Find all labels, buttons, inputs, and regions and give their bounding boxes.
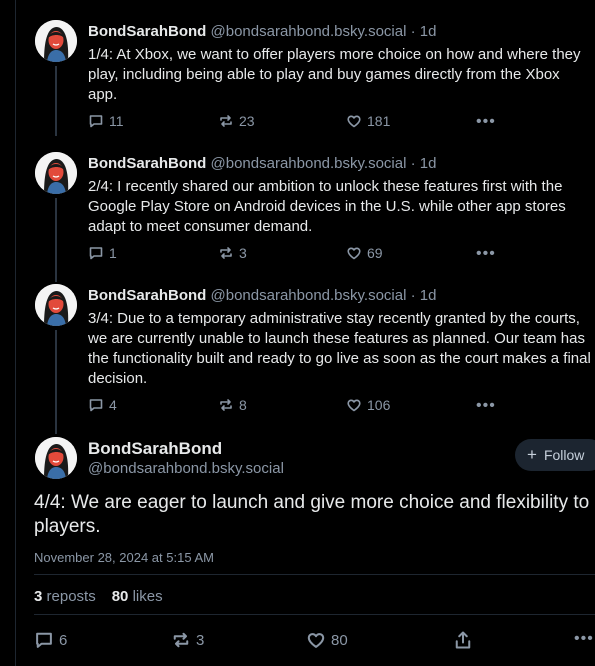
like-button[interactable]: 106 bbox=[346, 397, 390, 413]
post-actions: 6 3 80 ••• bbox=[34, 630, 595, 652]
like-count: 181 bbox=[367, 113, 391, 129]
repost-arrows-icon bbox=[220, 399, 232, 411]
reply-count: 4 bbox=[109, 397, 117, 413]
ellipsis-icon: ••• bbox=[574, 630, 594, 647]
post-text: 4/4: We are eager to launch and give mor… bbox=[34, 492, 590, 537]
likes-stat-count: 80 bbox=[111, 588, 129, 605]
reply-button[interactable]: 6 bbox=[34, 630, 67, 650]
avatar[interactable] bbox=[35, 284, 77, 326]
ellipsis-icon: ••• bbox=[476, 245, 496, 262]
avatar[interactable] bbox=[35, 437, 77, 479]
thread-connector bbox=[55, 66, 57, 136]
reply-count: 1 bbox=[109, 245, 117, 261]
more-options-button[interactable]: ••• bbox=[476, 113, 496, 131]
speech-bubble-icon bbox=[36, 632, 52, 648]
reposts-stat-label: reposts bbox=[46, 588, 96, 605]
ellipsis-icon: ••• bbox=[476, 113, 496, 130]
reply-button[interactable]: 1 bbox=[88, 245, 117, 261]
likes-stat[interactable]: 80 likes bbox=[112, 588, 163, 605]
repost-button[interactable]: 3 bbox=[218, 245, 247, 261]
speech-bubble-icon bbox=[89, 247, 103, 260]
thread-connector bbox=[55, 330, 57, 434]
author-handle[interactable]: @bondsarahbond.bsky.social bbox=[211, 287, 407, 304]
plus-icon: + bbox=[527, 445, 537, 464]
heart-icon bbox=[347, 247, 361, 260]
repost-arrows-icon bbox=[173, 632, 189, 648]
like-button[interactable]: 80 bbox=[306, 630, 348, 650]
author-name[interactable]: BondSarahBond bbox=[88, 287, 206, 304]
engagement-stats: 3 reposts 80 likes bbox=[34, 588, 163, 605]
repost-count: 8 bbox=[239, 397, 247, 413]
like-button[interactable]: 69 bbox=[346, 245, 383, 261]
more-options-button[interactable]: ••• bbox=[476, 397, 496, 415]
thread-connector bbox=[55, 198, 57, 282]
author-name[interactable]: BondSarahBond bbox=[88, 439, 222, 459]
post-text: 3/4: Due to a temporary administrative s… bbox=[88, 310, 591, 387]
ellipsis-icon: ••• bbox=[476, 397, 496, 414]
meta-separator: · bbox=[410, 23, 416, 40]
reply-button[interactable]: 11 bbox=[88, 113, 124, 129]
heart-icon bbox=[307, 633, 325, 648]
author-handle[interactable]: @bondsarahbond.bsky.social bbox=[88, 460, 284, 477]
like-button[interactable]: 181 bbox=[346, 113, 390, 129]
avatar[interactable] bbox=[35, 152, 77, 194]
post-meta: BondSarahBond @bondsarahbond.bsky.social… bbox=[88, 155, 436, 172]
avatar[interactable] bbox=[35, 20, 77, 62]
author-name[interactable]: BondSarahBond bbox=[88, 23, 206, 40]
more-options-button[interactable]: ••• bbox=[574, 630, 594, 648]
post-meta: BondSarahBond @bondsarahbond.bsky.social… bbox=[88, 23, 436, 40]
like-count: 80 bbox=[331, 631, 348, 649]
heart-icon bbox=[347, 399, 361, 412]
heart-icon bbox=[347, 115, 361, 128]
reply-count: 11 bbox=[109, 113, 124, 129]
repost-button[interactable]: 3 bbox=[171, 630, 204, 650]
like-count: 69 bbox=[367, 245, 383, 261]
repost-arrows-icon bbox=[220, 247, 232, 259]
author-name[interactable]: BondSarahBond bbox=[88, 155, 206, 172]
likes-stat-label: likes bbox=[132, 588, 163, 605]
reposts-stat[interactable]: 3 reposts bbox=[34, 588, 96, 605]
speech-bubble-icon bbox=[89, 115, 103, 128]
repost-count: 23 bbox=[239, 113, 255, 129]
repost-count: 3 bbox=[196, 631, 205, 649]
repost-button[interactable]: 8 bbox=[218, 397, 247, 413]
repost-arrows-icon bbox=[220, 115, 232, 127]
author-handle[interactable]: @bondsarahbond.bsky.social bbox=[211, 155, 407, 172]
reply-count: 6 bbox=[59, 631, 68, 649]
avatar-image bbox=[35, 284, 77, 326]
left-frame-border bbox=[15, 0, 16, 666]
avatar-image bbox=[35, 437, 77, 479]
divider bbox=[34, 574, 595, 575]
like-count: 106 bbox=[367, 397, 391, 413]
share-icon bbox=[455, 631, 471, 649]
post-age[interactable]: 1d bbox=[420, 287, 437, 304]
divider bbox=[34, 614, 595, 615]
post-age[interactable]: 1d bbox=[420, 23, 437, 40]
share-button[interactable] bbox=[453, 630, 473, 650]
post-actions: 1 3 69 ••• bbox=[88, 245, 508, 265]
avatar-image bbox=[35, 152, 77, 194]
reposts-stat-count: 3 bbox=[34, 588, 43, 605]
repost-button[interactable]: 23 bbox=[218, 113, 255, 129]
repost-count: 3 bbox=[239, 245, 247, 261]
more-options-button[interactable]: ••• bbox=[476, 245, 496, 263]
follow-label: Follow bbox=[543, 447, 585, 463]
post-age[interactable]: 1d bbox=[420, 155, 437, 172]
reply-button[interactable]: 4 bbox=[88, 397, 117, 413]
post-meta: BondSarahBond @bondsarahbond.bsky.social… bbox=[88, 287, 436, 304]
post-timestamp[interactable]: November 28, 2024 at 5:15 AM bbox=[34, 550, 214, 565]
post-text: 1/4: At Xbox, we want to offer players m… bbox=[88, 46, 581, 103]
post-actions: 4 8 106 ••• bbox=[88, 397, 508, 417]
author-handle[interactable]: @bondsarahbond.bsky.social bbox=[211, 23, 407, 40]
follow-button[interactable]: + Follow bbox=[515, 439, 595, 471]
meta-separator: · bbox=[410, 155, 416, 172]
meta-separator: · bbox=[410, 287, 416, 304]
post-actions: 11 23 181 ••• bbox=[88, 113, 508, 133]
post-text: 2/4: I recently shared our ambition to u… bbox=[88, 178, 566, 235]
avatar-image bbox=[35, 20, 77, 62]
speech-bubble-icon bbox=[89, 399, 103, 412]
